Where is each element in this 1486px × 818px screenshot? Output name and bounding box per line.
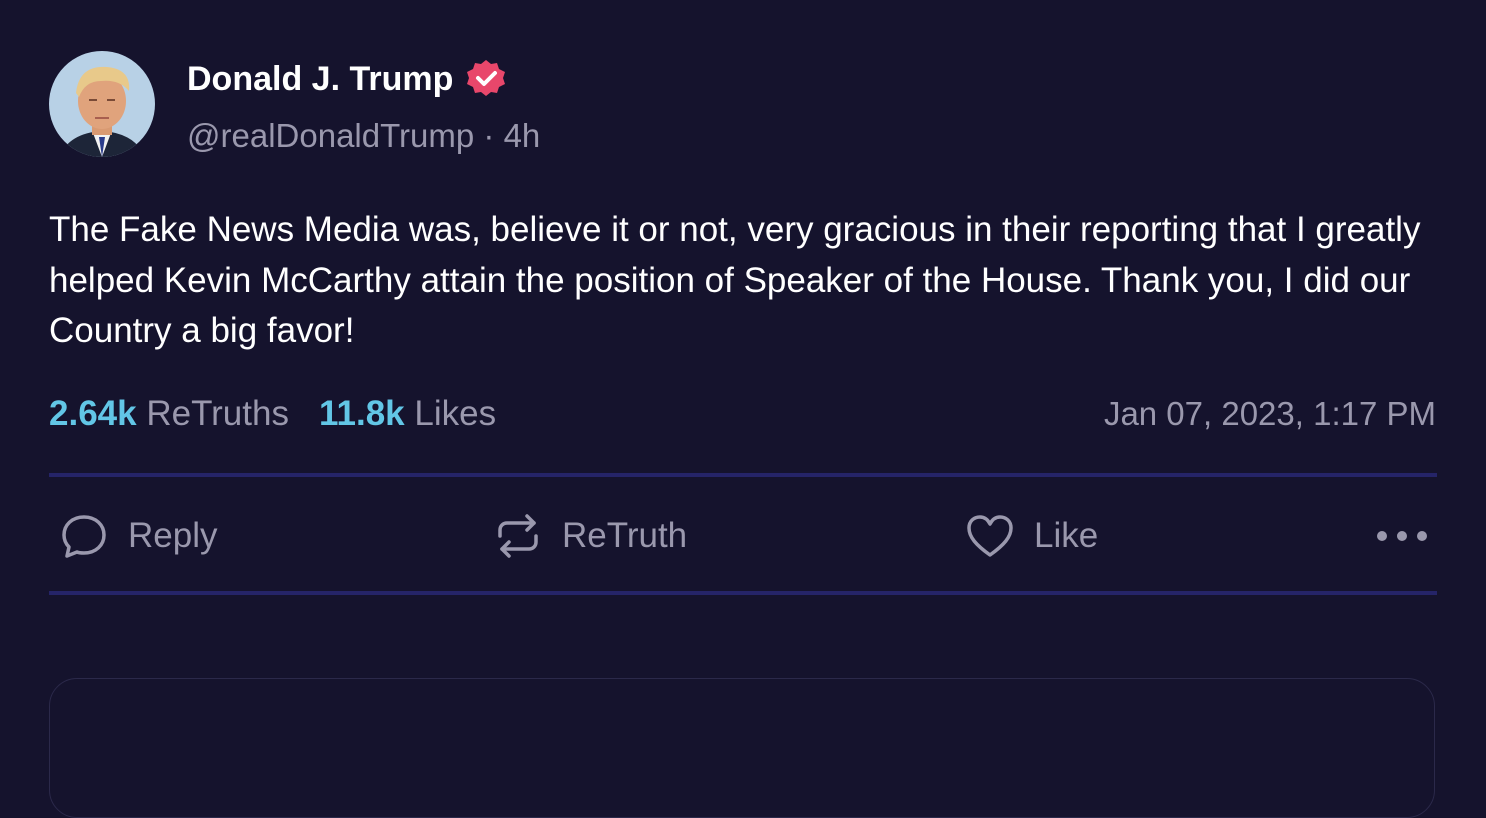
author-handle[interactable]: @realDonaldTrump xyxy=(187,117,474,154)
post-age[interactable]: 4h xyxy=(504,117,541,154)
author-handle-row: @realDonaldTrump · 4h xyxy=(187,116,540,156)
ellipsis-icon xyxy=(1377,531,1427,541)
like-button[interactable]: Like xyxy=(964,508,1098,564)
verified-badge-icon xyxy=(465,58,507,100)
divider-top xyxy=(49,473,1437,477)
reply-button[interactable]: Reply xyxy=(58,508,217,564)
more-options-button[interactable] xyxy=(1372,516,1432,556)
heart-icon xyxy=(964,510,1016,562)
author-avatar[interactable] xyxy=(49,51,155,157)
likes-label: Likes xyxy=(414,394,497,433)
divider-bottom xyxy=(49,591,1437,595)
author-name-row: Donald J. Trump xyxy=(187,58,507,100)
likes-stat[interactable]: 11.8k Likes xyxy=(319,394,496,433)
post-body: The Fake News Media was, believe it or n… xyxy=(49,210,1421,350)
post-timestamp: Jan 07, 2023, 1:17 PM xyxy=(1103,395,1436,432)
retruths-label: ReTruths xyxy=(146,394,289,433)
repost-arrows-icon xyxy=(492,510,544,562)
post-stats: 2.64k ReTruths 11.8k Likes xyxy=(49,392,496,436)
retruths-stat[interactable]: 2.64k ReTruths xyxy=(49,394,289,433)
reply-composer[interactable] xyxy=(49,678,1435,818)
likes-count: 11.8k xyxy=(318,394,405,433)
chat-bubble-icon xyxy=(58,510,110,562)
retruth-button[interactable]: ReTruth xyxy=(492,508,687,564)
retruths-count: 2.64k xyxy=(49,394,137,433)
reply-label: Reply xyxy=(128,516,218,555)
author-display-name[interactable]: Donald J. Trump xyxy=(187,58,453,100)
handle-separator: · xyxy=(474,117,504,154)
retruth-label: ReTruth xyxy=(562,516,688,555)
like-label: Like xyxy=(1034,516,1099,555)
